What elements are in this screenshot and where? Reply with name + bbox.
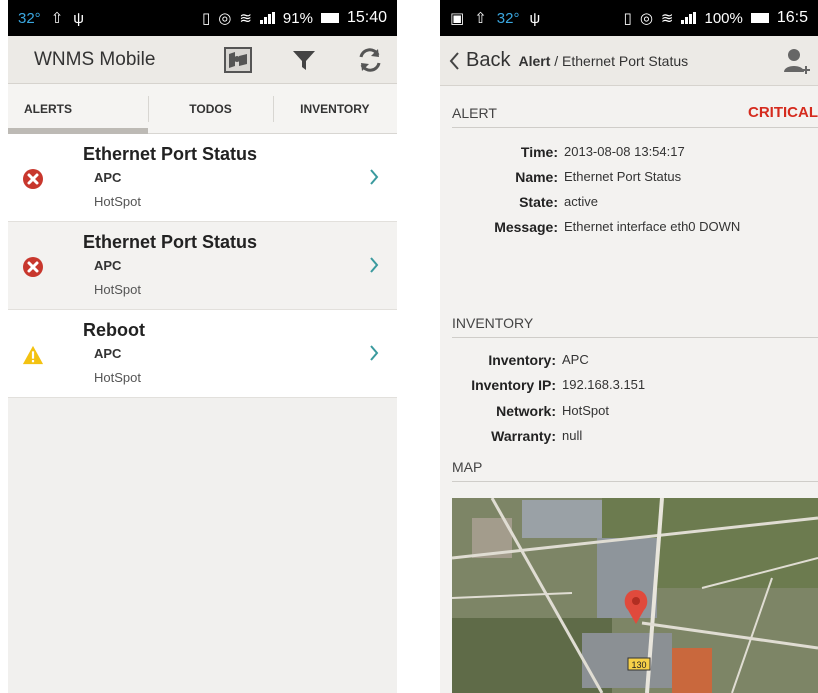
field-value: HotSpot [562, 403, 609, 418]
map-heading: MAP [452, 458, 483, 475]
field-network: Network: HotSpot [440, 403, 818, 419]
error-icon [23, 169, 43, 189]
status-bar: 32° ⇧ ψ ▯ ◎ ≋ 91% 15:40 [8, 0, 397, 36]
usb-icon: ψ [73, 9, 84, 27]
map-icon[interactable] [221, 43, 255, 77]
add-user-icon[interactable] [782, 46, 812, 76]
alert-network: HotSpot [94, 194, 141, 209]
field-value: Ethernet Port Status [564, 169, 682, 184]
road-label: 130 [631, 660, 646, 670]
alert-device: APC [94, 346, 122, 361]
filter-icon[interactable] [287, 43, 321, 77]
breadcrumb-current: Alert [518, 52, 551, 69]
alert-title: Ethernet Port Status [83, 144, 258, 164]
alert-list: Ethernet Port Status APC HotSpot Etherne… [8, 134, 397, 398]
map-section-header: MAP [452, 452, 818, 482]
status-bar: ▣ ⇧ 32° ψ ▯ ◎ ≋ 100% 16:5 [440, 0, 818, 36]
inventory-section-header: INVENTORY [452, 308, 818, 338]
field-label: Inventory: [488, 352, 556, 368]
clock: 15:40 [346, 9, 387, 26]
field-label: Inventory IP: [471, 377, 556, 393]
field-value: 2013-08-08 13:54:17 [564, 144, 685, 159]
field-inventory-ip: Inventory IP: 192.168.3.151 [440, 377, 818, 393]
chevron-right-icon [370, 169, 379, 185]
field-state: State: active [440, 194, 818, 210]
warning-icon [22, 345, 44, 365]
signal-icon [259, 12, 275, 24]
breadcrumb: Alert / Ethernet Port Status [518, 53, 688, 69]
field-value: active [564, 194, 598, 209]
field-value: APC [562, 352, 589, 367]
usb-icon: ψ [529, 9, 541, 27]
field-value: Ethernet interface eth0 DOWN [564, 219, 741, 234]
alert-detail-screen: ▣ ⇧ 32° ψ ▯ ◎ ≋ 100% 16:5 Back Alert / E… [440, 0, 818, 693]
alarm-icon: ◎ [639, 10, 653, 27]
back-button[interactable]: Back [448, 49, 510, 72]
chevron-left-icon [449, 51, 459, 70]
temperature-indicator: 32° [18, 9, 41, 27]
image-icon: ▣ [450, 10, 465, 27]
action-bar: WNMS Mobile [8, 36, 397, 84]
wifi-icon: ≋ [239, 10, 252, 27]
signal-icon [681, 12, 697, 24]
battery-icon [750, 13, 769, 23]
error-icon [23, 257, 43, 277]
alert-device: APC [94, 170, 122, 185]
action-bar: Back Alert / Ethernet Port Status [440, 36, 818, 86]
field-time: Time: 2013-08-08 13:54:17 [440, 144, 818, 160]
breadcrumb-separator: / [550, 52, 563, 69]
upload-icon: ⇧ [474, 10, 487, 27]
breadcrumb-sub: Ethernet Port Status [562, 52, 689, 69]
alert-detail: ALERT CRITICAL Time: 2013-08-08 13:54:17 … [440, 86, 818, 693]
field-value: null [562, 428, 583, 443]
field-label: Message: [494, 219, 558, 235]
battery-icon [320, 13, 339, 23]
field-warranty: Warranty: null [440, 428, 818, 444]
field-label: Warranty: [491, 428, 556, 444]
empty-area [8, 398, 397, 693]
tab-todos[interactable]: TODOS [148, 84, 272, 133]
alerts-screen: 32° ⇧ ψ ▯ ◎ ≋ 91% 15:40 WNMS Mobile ALER… [8, 0, 397, 693]
alert-device: APC [94, 258, 122, 273]
chevron-right-icon [370, 257, 379, 273]
battery-percent: 100% [704, 9, 743, 27]
field-name: Name: Ethernet Port Status [440, 169, 818, 185]
tab-inventory[interactable]: INVENTORY [272, 84, 397, 133]
back-label: Back [466, 49, 511, 71]
field-inventory: Inventory: APC [440, 352, 818, 368]
severity-badge: CRITICAL [748, 104, 818, 121]
alert-list-item[interactable]: Reboot APC HotSpot [8, 310, 397, 398]
field-label: Network: [496, 403, 556, 419]
field-label: Time: [520, 144, 558, 160]
wifi-icon: ≋ [660, 10, 674, 27]
vibrate-icon: ▯ [201, 10, 211, 27]
field-label: State: [519, 194, 558, 210]
field-message: Message: Ethernet interface eth0 DOWN [440, 219, 818, 235]
alert-section-header: ALERT CRITICAL [452, 98, 818, 128]
app-title: WNMS Mobile [34, 48, 156, 70]
field-value: 192.168.3.151 [562, 377, 646, 392]
alert-title: Ethernet Port Status [83, 232, 258, 252]
clock: 16:5 [776, 9, 808, 26]
alert-network: HotSpot [94, 282, 141, 297]
tab-alerts[interactable]: ALERTS [8, 84, 149, 134]
alert-title: Reboot [83, 320, 145, 340]
satellite-map[interactable]: 130 [452, 498, 818, 693]
refresh-icon[interactable] [353, 43, 387, 77]
vibrate-icon: ▯ [623, 10, 632, 27]
alert-network: HotSpot [94, 370, 141, 385]
alert-list-item[interactable]: Ethernet Port Status APC HotSpot [8, 134, 397, 222]
inventory-heading: INVENTORY [452, 314, 534, 331]
chevron-right-icon [370, 345, 379, 361]
temperature-indicator: 32° [496, 9, 520, 27]
battery-percent: 91% [282, 9, 313, 27]
upload-icon: ⇧ [50, 10, 64, 27]
alert-heading: ALERT [452, 104, 497, 121]
alarm-icon: ◎ [218, 10, 232, 27]
tab-bar: ALERTS TODOS INVENTORY [8, 84, 397, 134]
alert-list-item[interactable]: Ethernet Port Status APC HotSpot [8, 222, 397, 310]
field-label: Name: [515, 169, 558, 185]
